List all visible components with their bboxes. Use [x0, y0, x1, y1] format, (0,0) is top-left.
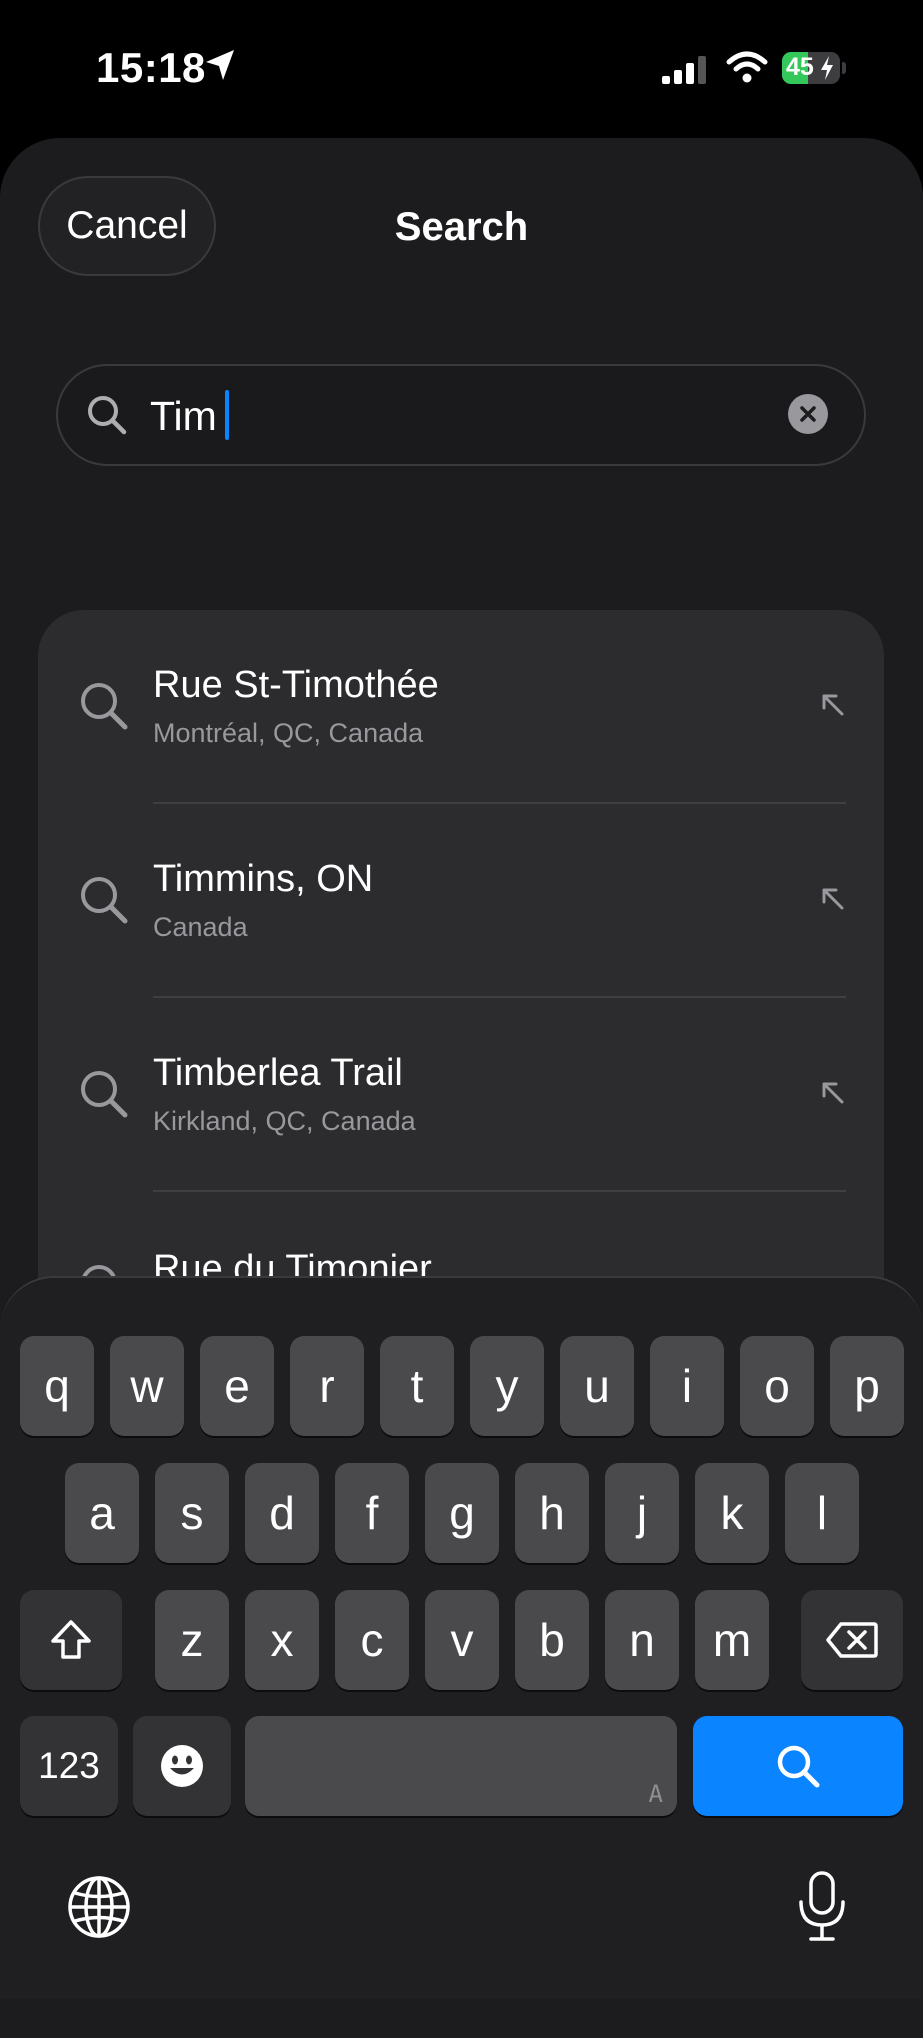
wifi-icon [726, 51, 768, 83]
search-result-item[interactable]: Timmins, ON Canada [38, 804, 884, 998]
key-d[interactable]: d [245, 1463, 319, 1563]
result-title: Timmins, ON [153, 858, 374, 900]
key-n[interactable]: n [605, 1590, 679, 1690]
search-result-item[interactable]: Timberlea Trail Kirkland, QC, Canada [38, 998, 884, 1192]
microphone-icon[interactable] [795, 1870, 849, 1944]
key-j[interactable]: j [605, 1463, 679, 1563]
key-x[interactable]: x [245, 1590, 319, 1690]
keyboard: q w e r t y u i o p a s d f g h j k l z … [0, 1276, 923, 1999]
sheet-title: Search [394, 205, 529, 249]
result-subtitle: Kirkland, QC, Canada [153, 1106, 416, 1136]
globe-icon[interactable] [66, 1874, 132, 1940]
emoji-icon [161, 1745, 203, 1787]
fill-search-arrow-icon[interactable] [820, 1080, 846, 1106]
emoji-key[interactable] [133, 1716, 231, 1816]
key-v[interactable]: v [425, 1590, 499, 1690]
key-t[interactable]: t [380, 1336, 454, 1436]
search-input-value[interactable]: Tim [150, 393, 217, 440]
delete-icon [826, 1622, 878, 1658]
numbers-key[interactable]: 123 [20, 1716, 118, 1816]
location-arrow-icon [206, 50, 234, 80]
result-title: Timberlea Trail [153, 1052, 403, 1094]
search-result-item[interactable]: Rue St-Timothée Montréal, QC, Canada [38, 610, 884, 804]
key-a[interactable]: a [65, 1463, 139, 1563]
battery-icon: 45 [782, 52, 840, 84]
key-m[interactable]: m [695, 1590, 769, 1690]
key-z[interactable]: z [155, 1590, 229, 1690]
shift-key[interactable] [20, 1590, 122, 1690]
search-icon [81, 877, 128, 924]
fill-search-arrow-icon[interactable] [820, 886, 846, 912]
status-time: 15:18 [96, 44, 206, 91]
key-w[interactable]: w [110, 1336, 184, 1436]
key-c[interactable]: c [335, 1590, 409, 1690]
key-l[interactable]: l [785, 1463, 859, 1563]
key-r[interactable]: r [290, 1336, 364, 1436]
key-q[interactable]: q [20, 1336, 94, 1436]
shift-icon [51, 1620, 91, 1659]
clear-icon[interactable] [788, 394, 828, 434]
search-icon [88, 396, 127, 435]
search-key[interactable] [693, 1716, 903, 1816]
result-subtitle: Canada [153, 912, 248, 942]
battery-level: 45 [786, 53, 814, 81]
space-hint: A [648, 1780, 663, 1808]
key-k[interactable]: k [695, 1463, 769, 1563]
key-u[interactable]: u [560, 1336, 634, 1436]
key-g[interactable]: g [425, 1463, 499, 1563]
key-f[interactable]: f [335, 1463, 409, 1563]
text-caret [225, 390, 229, 440]
key-p[interactable]: p [830, 1336, 904, 1436]
key-y[interactable]: y [470, 1336, 544, 1436]
search-icon [81, 683, 128, 730]
key-b[interactable]: b [515, 1590, 589, 1690]
search-icon [777, 1745, 820, 1788]
result-subtitle: Montréal, QC, Canada [153, 718, 424, 748]
search-icon [81, 1071, 128, 1118]
key-e[interactable]: e [200, 1336, 274, 1436]
signal-icon [662, 56, 706, 84]
fill-search-arrow-icon[interactable] [820, 692, 846, 718]
charging-bolt-icon [821, 56, 833, 80]
result-title: Rue St-Timothée [153, 664, 439, 706]
key-i[interactable]: i [650, 1336, 724, 1436]
battery-cap [842, 62, 846, 74]
delete-key[interactable] [801, 1590, 903, 1690]
key-h[interactable]: h [515, 1463, 589, 1563]
clear-x-icon [800, 406, 816, 422]
key-o[interactable]: o [740, 1336, 814, 1436]
key-s[interactable]: s [155, 1463, 229, 1563]
space-bar[interactable]: A [245, 1716, 677, 1816]
